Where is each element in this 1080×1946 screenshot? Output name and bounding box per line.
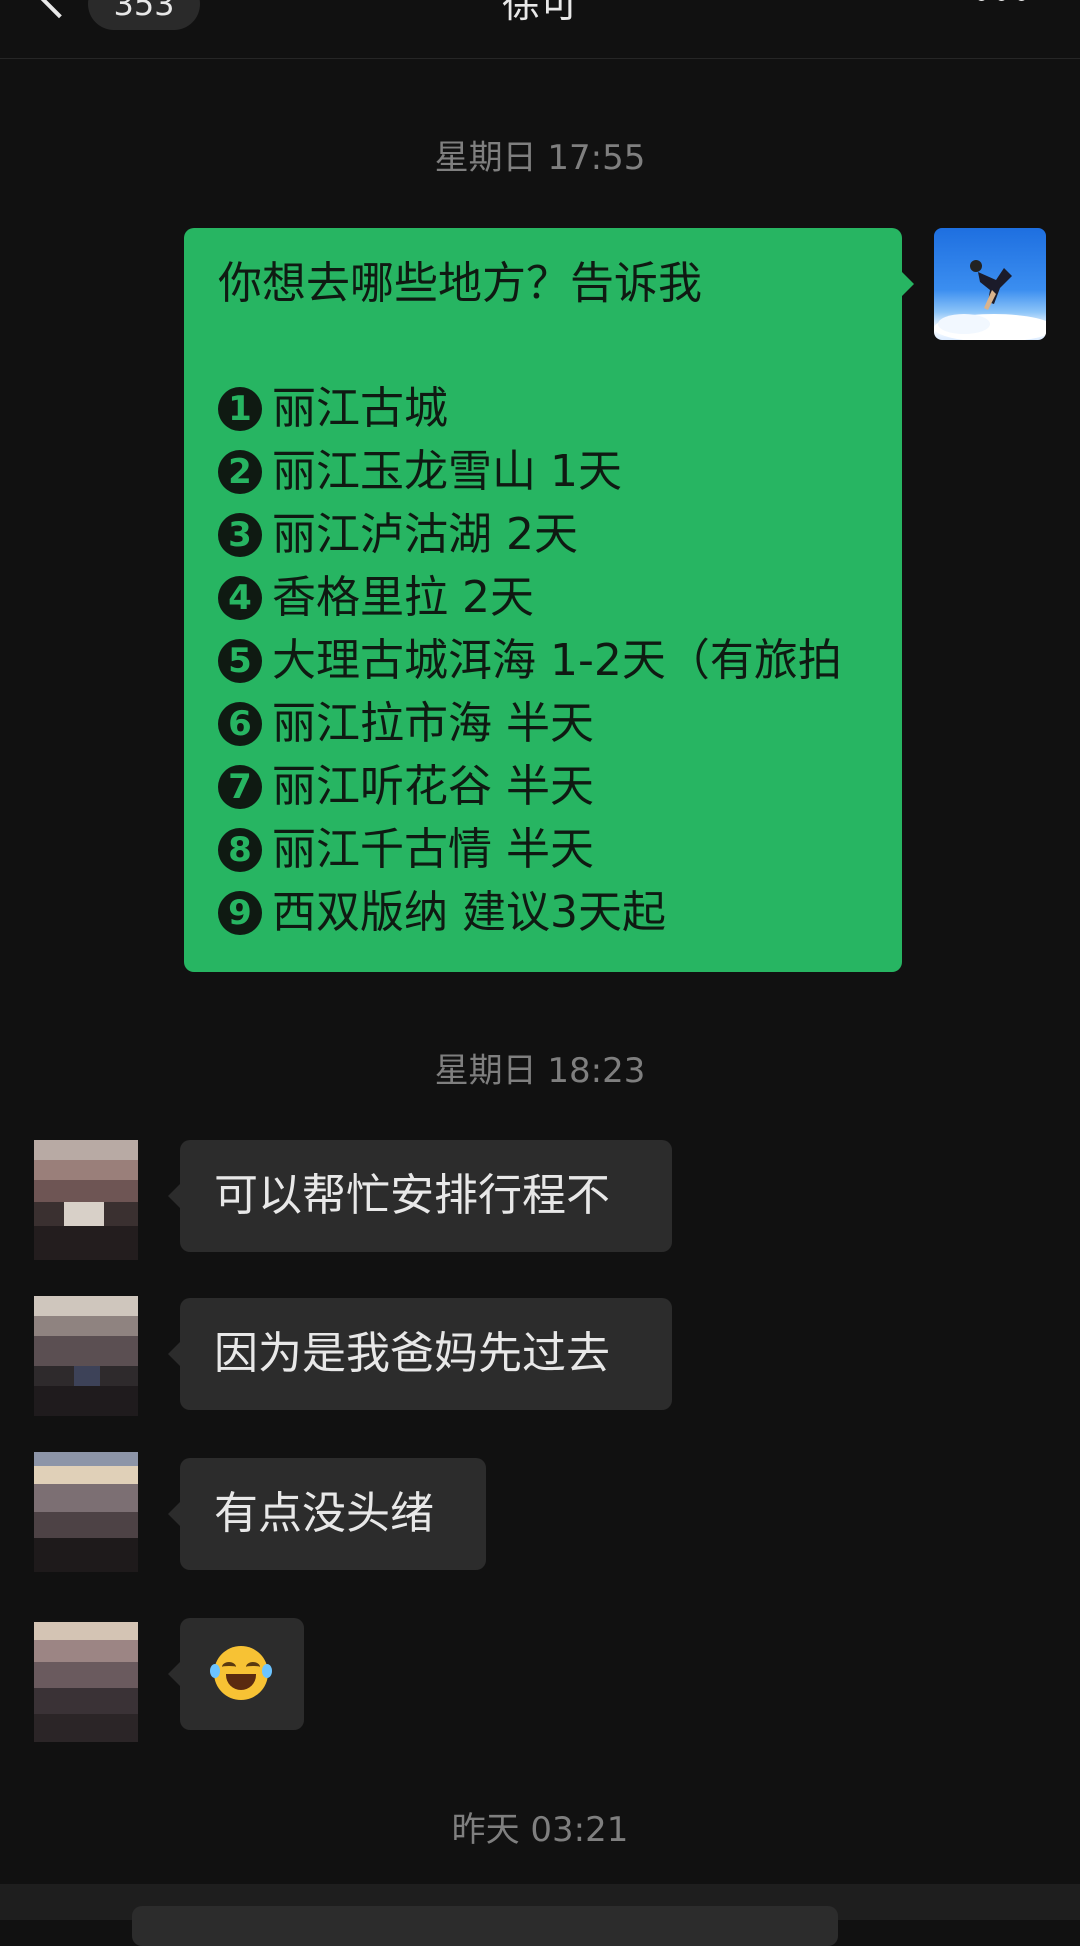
- incoming-message-bubble[interactable]: 有点没头绪: [168, 1458, 486, 1570]
- more-icon[interactable]: [976, 0, 1028, 2]
- incoming-message-bubble[interactable]: [168, 1618, 304, 1730]
- input-bar: [0, 1884, 1080, 1946]
- number-badge: 3: [218, 512, 262, 557]
- destination-list: 1 丽江古城 2 丽江玉龙雪山 1天 3 丽江泸沽湖 2天 4 香格里拉 2天 5 大理古…: [218, 377, 872, 944]
- incoming-message-bubble[interactable]: 因为是我爸妈先过去: [168, 1298, 672, 1410]
- timestamp: 昨天 03:21: [451, 1810, 629, 1850]
- back-icon[interactable]: [37, 0, 81, 19]
- number-badge: 2: [218, 449, 262, 494]
- chat-title: 徐可: [501, 0, 578, 26]
- number-badge: 6: [218, 701, 262, 746]
- list-item: 2 丽江玉龙雪山 1天: [218, 440, 872, 503]
- contact-avatar[interactable]: [34, 1452, 138, 1572]
- contact-avatar[interactable]: [34, 1296, 138, 1416]
- face-with-tears-of-joy-icon: [210, 1646, 272, 1700]
- list-item: 5 大理古城洱海 1-2天（有旅拍: [218, 629, 872, 692]
- list-item: 3 丽江泸沽湖 2天: [218, 503, 872, 566]
- list-item: 7 丽江听花谷 半天: [218, 755, 872, 818]
- message-input[interactable]: [132, 1906, 838, 1946]
- number-badge: 8: [218, 827, 262, 872]
- unread-count-badge[interactable]: 353: [88, 0, 200, 30]
- outgoing-message-bubble[interactable]: 你想去哪些地方？告诉我 1 丽江古城 2 丽江玉龙雪山 1天 3 丽江泸沽湖 2天 4…: [184, 228, 914, 972]
- number-badge: 5: [218, 638, 262, 683]
- list-item: 8 丽江千古情 半天: [218, 818, 872, 881]
- number-badge: 9: [218, 890, 262, 935]
- chat-header: 353 徐可: [0, 0, 1080, 59]
- list-item: 4 香格里拉 2天: [218, 566, 872, 629]
- number-badge: 1: [218, 386, 262, 431]
- self-avatar[interactable]: [934, 228, 1046, 340]
- contact-avatar[interactable]: [34, 1140, 138, 1260]
- number-badge: 7: [218, 764, 262, 809]
- list-item: 1 丽江古城: [218, 377, 872, 440]
- list-item: 6 丽江拉市海 半天: [218, 692, 872, 755]
- contact-avatar[interactable]: [34, 1622, 138, 1742]
- incoming-message-bubble[interactable]: 可以帮忙安排行程不: [168, 1140, 672, 1252]
- timestamp: 星期日 18:23: [434, 1051, 646, 1091]
- timestamp: 星期日 17:55: [434, 138, 646, 178]
- list-item: 9 西双版纳 建议3天起: [218, 881, 872, 944]
- number-badge: 4: [218, 575, 262, 620]
- jumping-person-icon: [934, 260, 1046, 340]
- message-text: 你想去哪些地方？告诉我: [218, 258, 702, 309]
